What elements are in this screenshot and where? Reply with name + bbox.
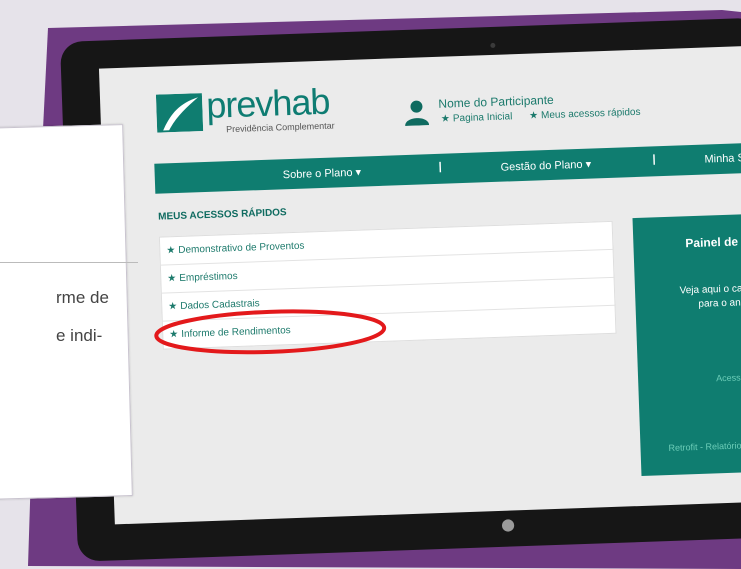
card-text-line: rme de [56, 288, 109, 307]
nav-item-minha-situacao[interactable]: Minha Situaçã [704, 151, 741, 165]
star-icon: ★ [440, 113, 451, 125]
nav-item-gestao-do-plano[interactable]: Gestão do Plano ▾ [500, 158, 591, 174]
panel-link-retrofit[interactable]: Retrofit - Relatório s [668, 440, 741, 453]
prevhab-logo-icon [155, 93, 204, 133]
card-text-line: e indi- [56, 326, 103, 345]
instruction-card [0, 124, 133, 500]
tablet-frame: ● prevhab Previdência Complementar Nome … [60, 17, 741, 562]
star-icon: ★ [167, 273, 177, 285]
user-avatar-icon [405, 100, 430, 127]
panel-link-calendar[interactable]: Acesse o Ca [716, 372, 741, 384]
home-link[interactable]: ★ Pagina Inicial [441, 111, 513, 124]
nav-item-sobre-o-plano[interactable]: Sobre o Plano ▾ [283, 166, 362, 182]
card-divider [0, 262, 138, 263]
panel-title: Painel de A [685, 234, 741, 251]
nav-separator: | [438, 160, 442, 173]
camera-dot [490, 42, 496, 48]
screen: prevhab Previdência Complementar Nome do… [98, 45, 741, 525]
participant-name[interactable]: Nome do Participante [438, 93, 554, 111]
quick-access-link[interactable]: ★ Meus acessos rápidos [529, 107, 641, 122]
star-icon: ★ [528, 110, 539, 122]
info-panel: Painel de A Veja aqui o calendári para o… [632, 212, 741, 476]
logo-text: prevhab [205, 80, 331, 126]
apple-logo-icon: ● [500, 514, 516, 534]
section-title: MEUS ACESSOS RÁPIDOS [157, 207, 287, 223]
star-icon: ★ [166, 245, 176, 257]
red-highlight-ellipse [154, 309, 387, 355]
nav-separator: | [652, 153, 656, 166]
main-nav: Sobre o Plano ▾ | Gestão do Plano ▾ | Mi… [154, 142, 741, 194]
panel-text: Veja aqui o calendári para o ano d [679, 282, 741, 310]
